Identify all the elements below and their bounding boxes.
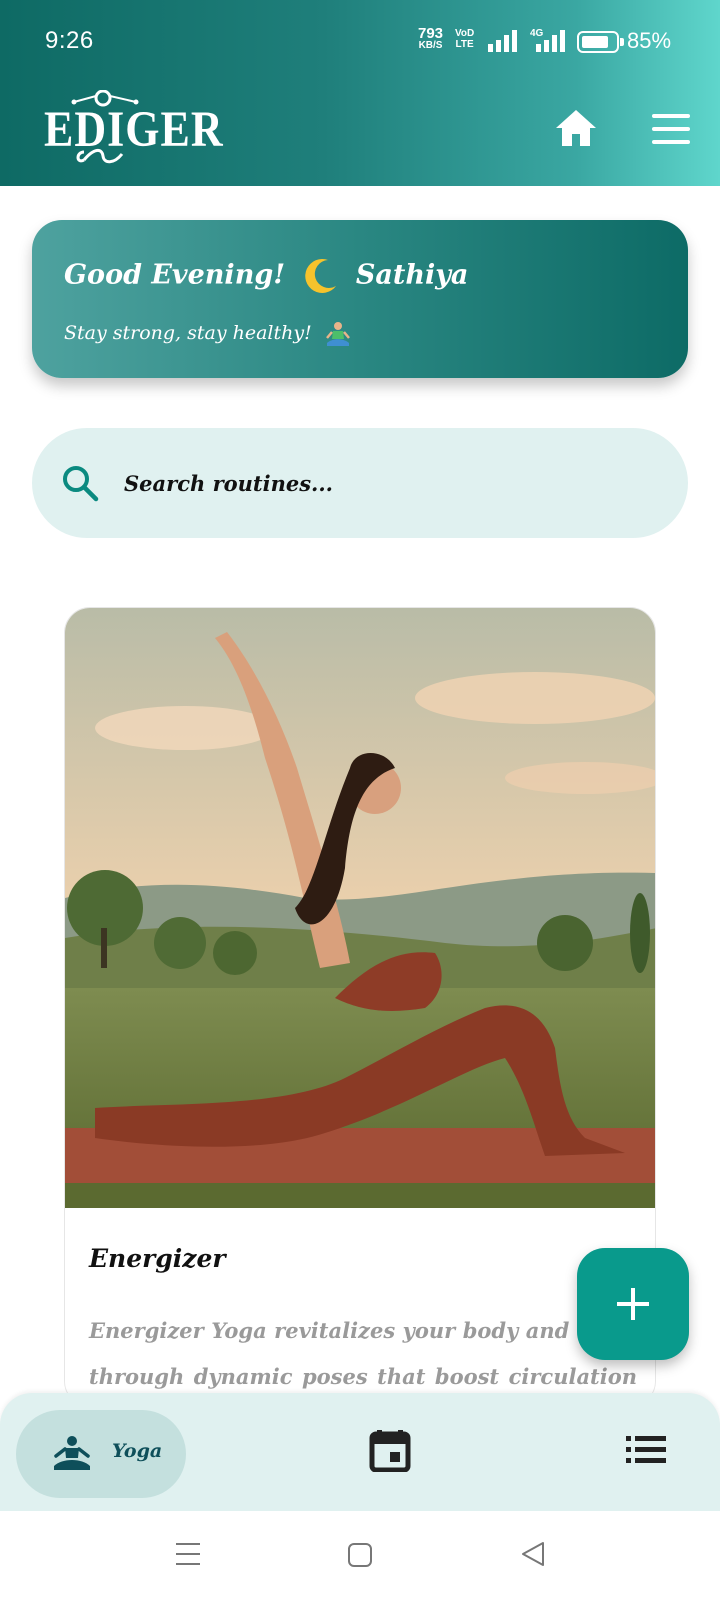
greeting-title: Good Evening! Sathiya — [64, 256, 468, 296]
battery-fill — [582, 36, 608, 48]
status-time: 9:26 — [45, 27, 94, 54]
menu-icon-line — [652, 127, 690, 131]
bottom-navigation: Yoga — [0, 1393, 720, 1511]
network-speed-unit: KB/S — [418, 40, 443, 51]
menu-button[interactable] — [652, 114, 690, 144]
list-icon — [626, 1436, 666, 1463]
recents-icon[interactable] — [175, 1541, 201, 1567]
system-home-icon[interactable] — [347, 1542, 373, 1568]
home-icon — [556, 110, 596, 146]
signal-strength-icon — [488, 30, 517, 52]
volte-icon: VoD LTE — [455, 28, 475, 50]
routine-title: Energizer — [89, 1244, 226, 1273]
greeting-card: Good Evening! Sathiya Stay strong, stay … — [32, 220, 688, 378]
battery-percent: 85% — [627, 28, 672, 53]
status-bar: 9:26 793 KB/S VoD LTE 4G 85% — [0, 0, 720, 80]
meditation-icon — [325, 322, 350, 346]
app-logo: EDIGER — [44, 90, 223, 168]
routine-card[interactable]: Energizer Energizer Yoga revitalizes you… — [64, 607, 656, 1407]
back-icon[interactable] — [520, 1541, 546, 1567]
search-icon — [63, 466, 99, 502]
nav-item-list[interactable] — [626, 1436, 666, 1464]
app-header: 9:26 793 KB/S VoD LTE 4G 85% EDIGER — [0, 0, 720, 186]
nav-yoga-label: Yoga — [112, 1440, 163, 1462]
home-button[interactable] — [554, 108, 598, 148]
system-navigation-bar — [0, 1511, 720, 1600]
menu-icon-line — [652, 140, 690, 144]
routine-image — [65, 608, 655, 1208]
plus-icon — [617, 1288, 649, 1320]
battery-icon — [577, 31, 624, 53]
volte-label: LTE — [455, 39, 474, 50]
greeting-subtitle: Stay strong, stay healthy! — [64, 320, 352, 348]
search-input[interactable] — [124, 458, 644, 508]
add-routine-button[interactable] — [577, 1248, 689, 1360]
greeting-text: Good Evening! — [64, 259, 286, 291]
menu-icon-line — [652, 114, 690, 118]
calendar-icon — [369, 1430, 411, 1473]
meditation-pose-icon — [54, 1436, 90, 1470]
network-speed: 793 KB/S — [418, 25, 444, 52]
user-name: Sathiya — [355, 259, 469, 291]
network-speed-value: 793 — [418, 25, 444, 42]
signal-strength-4g-icon — [536, 30, 565, 52]
nav-item-calendar[interactable] — [368, 1428, 412, 1473]
search-bar[interactable] — [32, 428, 688, 538]
logo-text: EDIGER — [44, 101, 224, 158]
nav-item-yoga[interactable]: Yoga — [16, 1410, 186, 1498]
greeting-subtitle-text: Stay strong, stay healthy! — [64, 322, 312, 344]
moon-icon — [305, 258, 337, 293]
